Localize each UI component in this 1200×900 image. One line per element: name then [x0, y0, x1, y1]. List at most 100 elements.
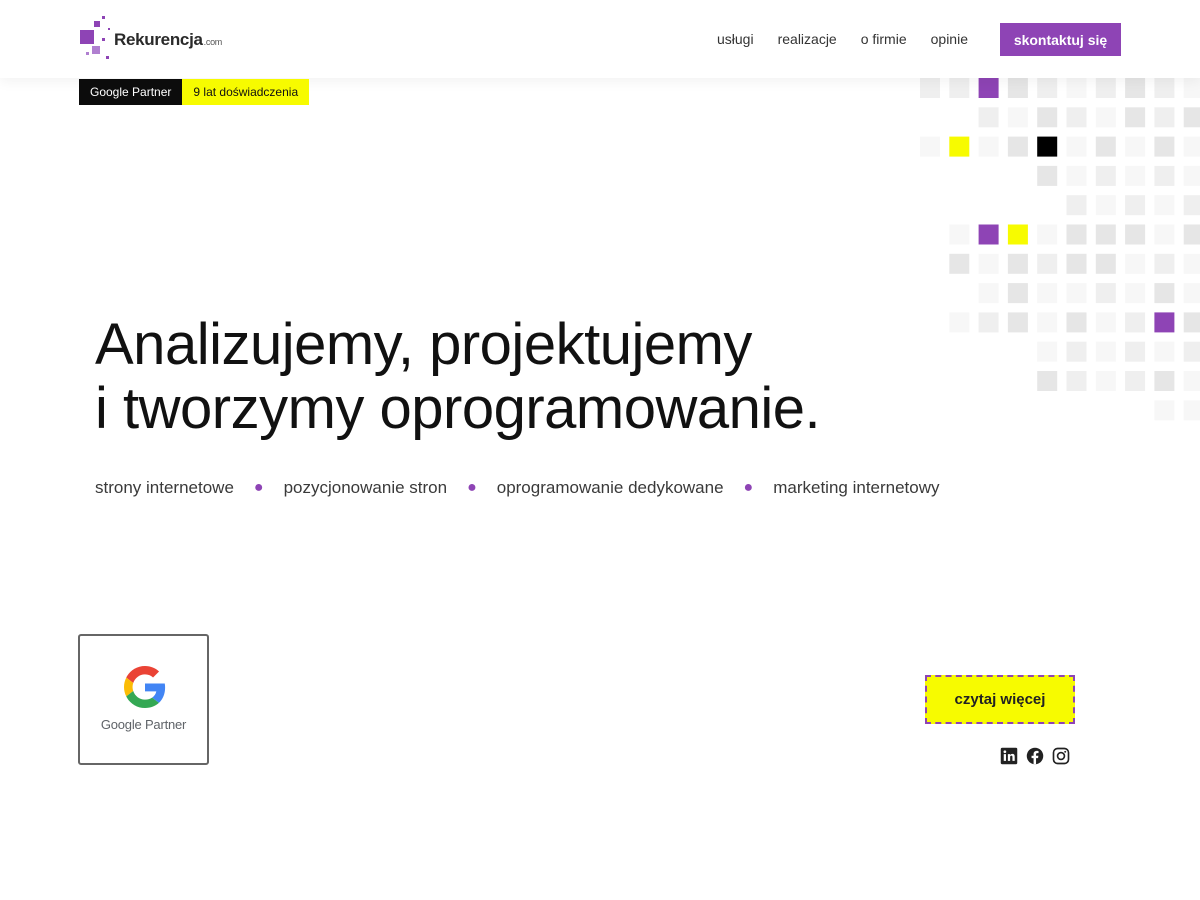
- pixel-grey: [978, 283, 999, 304]
- pixel-grey: [1125, 312, 1146, 333]
- bullet-dot-icon: ●: [467, 479, 477, 496]
- pixel-grey: [1037, 107, 1058, 128]
- pixel-grey: [1095, 224, 1116, 245]
- pixel-grey: [1154, 253, 1175, 274]
- pixel-grey: [1095, 371, 1116, 391]
- pixel-grey: [1037, 341, 1058, 362]
- service-marketing: marketing internetowy: [773, 478, 940, 497]
- pixel-grey: [1007, 253, 1028, 274]
- logo[interactable]: Rekurencja.com: [80, 16, 240, 62]
- pixel-grey: [1183, 136, 1200, 157]
- pixel-purple: [978, 78, 999, 98]
- pixel-grey: [1066, 283, 1087, 304]
- site-header: Rekurencja.com usługi realizacje o firmi…: [0, 0, 1200, 78]
- pixel-yellow: [1007, 224, 1028, 245]
- service-strony-internetowe: strony internetowe: [95, 478, 234, 497]
- pixel-grey: [1037, 224, 1058, 245]
- pixel-grey: [1183, 371, 1200, 391]
- pixel-grey: [1037, 253, 1058, 274]
- pixel-grey: [1125, 107, 1146, 128]
- pixel-grey: [1125, 341, 1146, 362]
- pixel-grey: [978, 312, 999, 333]
- pixel-grey: [1095, 107, 1116, 128]
- pixel-grey: [1183, 283, 1200, 304]
- pixel-grey: [1125, 253, 1146, 274]
- service-pozycjonowanie: pozycjonowanie stron: [283, 478, 448, 497]
- logo-mark-icon: [80, 16, 110, 59]
- pixel-grey: [1007, 136, 1028, 157]
- pixel-grey: [1066, 78, 1087, 98]
- pixel-grey: [1125, 136, 1146, 157]
- experience-badge: 9 lat doświadczenia: [182, 79, 310, 105]
- pixel-grey: [978, 107, 999, 128]
- pixel-grey: [1095, 195, 1116, 216]
- instagram-icon[interactable]: [1052, 747, 1070, 765]
- pixel-black: [1037, 136, 1058, 157]
- pixel-grey: [1095, 253, 1116, 274]
- pixel-grey: [1154, 224, 1175, 245]
- hero-headline-line-1: Analizujemy, projektujemy: [95, 312, 752, 377]
- pixel-grey: [1154, 341, 1175, 362]
- hero-headline: Analizujemy, projektujemy i tworzymy opr…: [95, 312, 821, 441]
- pixel-grey: [978, 253, 999, 274]
- pixel-grey: [1154, 400, 1175, 421]
- google-g-icon: [124, 666, 166, 708]
- pixel-grey: [1007, 283, 1028, 304]
- linkedin-icon[interactable]: [1000, 747, 1018, 765]
- pixel-grey: [1154, 78, 1175, 98]
- contact-button[interactable]: skontaktuj się: [1000, 23, 1121, 56]
- pixel-grey: [1183, 107, 1200, 128]
- pixel-grey: [1037, 283, 1058, 304]
- pixel-grey: [1066, 195, 1087, 216]
- pixel-grey: [1125, 165, 1146, 186]
- facebook-icon[interactable]: [1026, 747, 1044, 765]
- pixel-grey: [1095, 283, 1116, 304]
- pixel-grey: [920, 78, 940, 98]
- pixel-grey: [1007, 78, 1028, 98]
- pixel-grey: [1095, 165, 1116, 186]
- pixel-grey: [1066, 371, 1087, 391]
- pixel-grey: [1066, 136, 1087, 157]
- pixel-grey: [949, 312, 970, 333]
- google-partner-card: Google Partner: [78, 634, 209, 765]
- social-links: [1000, 747, 1070, 765]
- pixel-grey: [1154, 136, 1175, 157]
- pixel-purple: [978, 224, 999, 245]
- pixel-grey: [1066, 224, 1087, 245]
- pixel-grey: [978, 136, 999, 157]
- read-more-button[interactable]: czytaj więcej: [925, 675, 1075, 724]
- nav-item-o-firmie[interactable]: o firmie: [861, 31, 907, 47]
- pixel-grey: [1154, 371, 1175, 391]
- pixel-grey: [1154, 195, 1175, 216]
- pixel-grey: [1183, 400, 1200, 421]
- pixel-grey: [1037, 78, 1058, 98]
- nav-item-uslugi[interactable]: usługi: [717, 31, 754, 47]
- pixel-grey: [949, 78, 970, 98]
- nav-item-opinie[interactable]: opinie: [931, 31, 968, 47]
- pixel-grey: [1183, 195, 1200, 216]
- logo-name: Rekurencja: [114, 30, 203, 49]
- pixel-grid-decoration: [920, 78, 1200, 421]
- nav-item-realizacje[interactable]: realizacje: [778, 31, 837, 47]
- pixel-grey: [1037, 312, 1058, 333]
- pixel-grey: [1125, 195, 1146, 216]
- logo-suffix: .com: [203, 37, 223, 47]
- google-partner-label: Google Partner: [100, 717, 187, 732]
- hero-headline-line-2: i tworzymy oprogramowanie.: [95, 376, 821, 441]
- pixel-grey: [1154, 165, 1175, 186]
- pixel-grey: [1154, 107, 1175, 128]
- pixel-grey: [1066, 165, 1087, 186]
- pixel-grey: [1183, 78, 1200, 98]
- pixel-grey: [1095, 136, 1116, 157]
- pixel-grey: [1125, 283, 1146, 304]
- pixel-grey: [1066, 312, 1087, 333]
- google-partner-badge: Google Partner: [79, 79, 183, 105]
- pixel-grey: [1095, 341, 1116, 362]
- pixel-grey: [1125, 371, 1146, 391]
- pixel-grey: [1095, 312, 1116, 333]
- pixel-grey: [1007, 107, 1028, 128]
- pixel-grey: [1066, 107, 1087, 128]
- pixel-grey: [1066, 341, 1087, 362]
- pixel-purple: [1154, 312, 1175, 333]
- main-nav: usługi realizacje o firmie opinie: [717, 31, 968, 47]
